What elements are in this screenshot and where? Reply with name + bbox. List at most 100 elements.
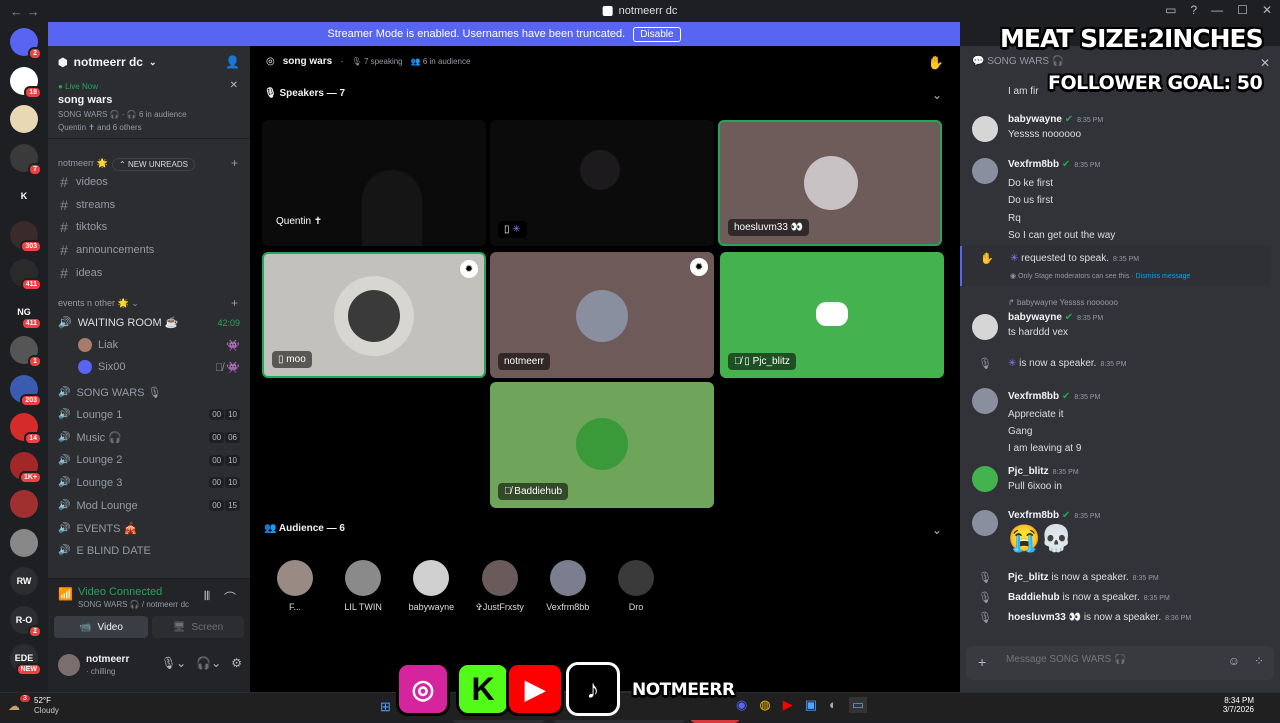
server-icon[interactable]: 203 — [10, 374, 42, 407]
server-icon[interactable]: R-O 2 — [10, 605, 42, 638]
message-author[interactable]: Vexfrm8bb — [1008, 510, 1059, 521]
avatar[interactable] — [58, 654, 80, 676]
avatar[interactable] — [972, 510, 998, 536]
close-icon[interactable]: ✕ — [230, 80, 238, 91]
emoji-icon[interactable]: ☺ — [1228, 654, 1240, 668]
voice-member-six00[interactable]: Six00 🎙̸ 👾 — [78, 360, 240, 374]
voice-channel[interactable]: 🔊 Lounge 3 00 10 — [58, 477, 240, 489]
close-icon[interactable]: ✕ — [1260, 56, 1270, 70]
apps-icon[interactable]: ⁘ — [1254, 654, 1264, 668]
weather-icon[interactable]: ☁ 3 — [8, 695, 30, 715]
server-icon[interactable]: 7 — [10, 143, 42, 176]
disconnect-icon[interactable]: ⌒ — [224, 589, 236, 606]
youtube-icon[interactable]: ▶ — [783, 697, 793, 713]
chevron-down-icon[interactable]: ⌄ — [932, 88, 942, 102]
add-member-icon[interactable]: 👤 — [225, 55, 240, 69]
history-nav[interactable]: ← → — [10, 4, 50, 19]
category-notmeerr[interactable]: notmeerr 🌟 — [58, 158, 108, 169]
text-channel[interactable]: # tiktoks — [58, 219, 240, 235]
voice-channel[interactable]: 🔊 Lounge 1 00 10 — [58, 409, 240, 421]
screen-button[interactable]: 🖥 Screen — [152, 616, 244, 638]
obs-icon[interactable]: ◐ — [829, 697, 837, 713]
avatar[interactable] — [972, 158, 998, 184]
gear-icon[interactable]: ⚙ — [231, 656, 242, 670]
inbox-icon[interactable]: ▭ — [1165, 3, 1176, 17]
server-icon[interactable]: 18 — [10, 66, 42, 99]
message-author[interactable]: Pjc_blitz — [1008, 466, 1049, 477]
audience-member[interactable]: F... — [265, 560, 325, 612]
app-icon[interactable]: ▣ — [805, 697, 817, 713]
server-icon[interactable]: RW — [10, 567, 38, 595]
audience-member[interactable]: babywayne — [401, 560, 461, 612]
noise-suppression-icon[interactable]: 𝄃𝄃 — [205, 589, 210, 604]
text-channel[interactable]: # announcements — [58, 242, 240, 258]
voice-status[interactable]: Video Connected — [78, 586, 162, 598]
speaker-tile-baddiehub[interactable]: 🎙̸ Baddiehub — [490, 382, 714, 508]
forward-arrow-icon[interactable]: → — [27, 4, 40, 19]
speaker-tile-notmeerr[interactable]: ✹ notmeerr — [490, 252, 714, 378]
server-icon[interactable]: 303 — [10, 220, 42, 253]
voice-channel[interactable]: 🔊 EVENTS 🎪 — [58, 522, 240, 535]
avatar[interactable] — [972, 466, 998, 492]
server-icon[interactable]: 411 — [10, 259, 42, 291]
voice-location[interactable]: SONG WARS 🎧 / notmeerr dc — [78, 600, 189, 609]
text-channel[interactable]: # videos — [58, 174, 240, 190]
raise-hand-icon[interactable]: ✋ — [928, 55, 944, 71]
speaker-tile-pjc-blitz[interactable]: 🎙̸ ▯ Pjc_blitz — [720, 252, 944, 378]
message-author[interactable]: babywayne — [1008, 114, 1062, 125]
server-icon[interactable]: K — [10, 182, 38, 210]
desktop-icon[interactable]: ▭ — [848, 697, 868, 713]
system-user[interactable]: hoesluvm33 👀 — [1008, 612, 1081, 623]
audience-member[interactable]: LIL TWIN — [333, 560, 393, 612]
server-icon[interactable]: 2 — [10, 28, 42, 60]
discord-app-icon[interactable]: ◉ — [736, 697, 747, 713]
close-icon[interactable]: ✕ — [1262, 3, 1272, 17]
audience-member[interactable]: Vexfrm8bb — [538, 560, 598, 612]
audience-member[interactable]: ✞JustFrxsty — [470, 560, 530, 613]
new-unreads-pill[interactable]: ⌃ NEW UNREADS — [112, 158, 195, 171]
microphone-icon[interactable]: 🎙⌄ — [161, 656, 186, 670]
headphones-icon[interactable]: 🎧⌄ — [196, 656, 221, 670]
server-icon[interactable]: NG 411 — [10, 297, 42, 330]
add-attachment-icon[interactable]: + — [978, 654, 986, 670]
voice-channel[interactable]: 🔊 SONG WARS 🎙 — [58, 386, 240, 399]
disable-button[interactable]: Disable — [633, 26, 681, 42]
server-icon[interactable] — [10, 528, 38, 557]
server-icon[interactable]: 1 — [10, 336, 42, 368]
server-icon[interactable]: EDE NEW — [10, 644, 42, 676]
voice-channel[interactable]: 🔊 Mod Lounge 00 15 — [58, 500, 240, 512]
system-user[interactable]: Pjc_blitz — [1008, 572, 1049, 583]
message-author[interactable]: Vexfrm8bb — [1008, 391, 1059, 402]
speaker-tile-hoesluvm33[interactable]: hoesluvm33 👀 — [718, 120, 942, 246]
start-icon[interactable]: ⊞ — [380, 699, 391, 715]
reply-preview[interactable]: ↱ babywayne Yessss noooooo — [1008, 298, 1118, 307]
system-user[interactable]: Baddiehub — [1008, 592, 1060, 603]
avatar[interactable] — [972, 314, 998, 340]
avatar[interactable] — [972, 116, 998, 142]
audience-member[interactable]: Dro — [606, 560, 666, 612]
back-arrow-icon[interactable]: ← — [10, 4, 23, 19]
speaker-tile-quentin[interactable]: Quentin ✝ — [262, 120, 486, 246]
clock[interactable]: 8:34 PM 3/7/2026 — [1223, 696, 1254, 714]
video-button[interactable]: 📹 Video — [54, 616, 148, 638]
server-icon[interactable] — [10, 105, 38, 133]
voice-channel[interactable]: 🔊 Music 🎧 00 06 — [58, 431, 240, 444]
maximize-icon[interactable]: ☐ — [1237, 3, 1248, 17]
speaker-tile-moo[interactable]: ✹ ▯ moo — [262, 252, 486, 378]
help-icon[interactable]: ? — [1190, 3, 1197, 17]
guild-header[interactable]: ⬢ notmeerr dc ⌄ 👤 — [48, 46, 250, 78]
message-author[interactable]: babywayne — [1008, 312, 1062, 323]
live-stage-card[interactable]: ● Live Now song wars SONG WARS 🎧 · 🎧 6 i… — [48, 78, 250, 139]
chevron-down-icon[interactable]: ⌄ — [932, 523, 942, 537]
category-events[interactable]: events n other 🌟 ⌄ — [58, 298, 139, 309]
voice-member-liak[interactable]: Liak 👾 — [78, 338, 240, 352]
chrome-icon[interactable]: ◍ — [759, 697, 770, 713]
dismiss-link[interactable]: Dismiss message — [1136, 273, 1191, 280]
avatar[interactable] — [972, 388, 998, 414]
add-channel-icon[interactable]: + — [231, 296, 238, 310]
add-channel-icon[interactable]: + — [231, 156, 238, 170]
server-icon[interactable]: 1K+ — [10, 451, 42, 484]
text-channel[interactable]: # ideas — [58, 265, 240, 281]
server-icon[interactable] — [10, 490, 38, 518]
voice-channel[interactable]: 🔊 Lounge 2 00 10 — [58, 454, 240, 466]
